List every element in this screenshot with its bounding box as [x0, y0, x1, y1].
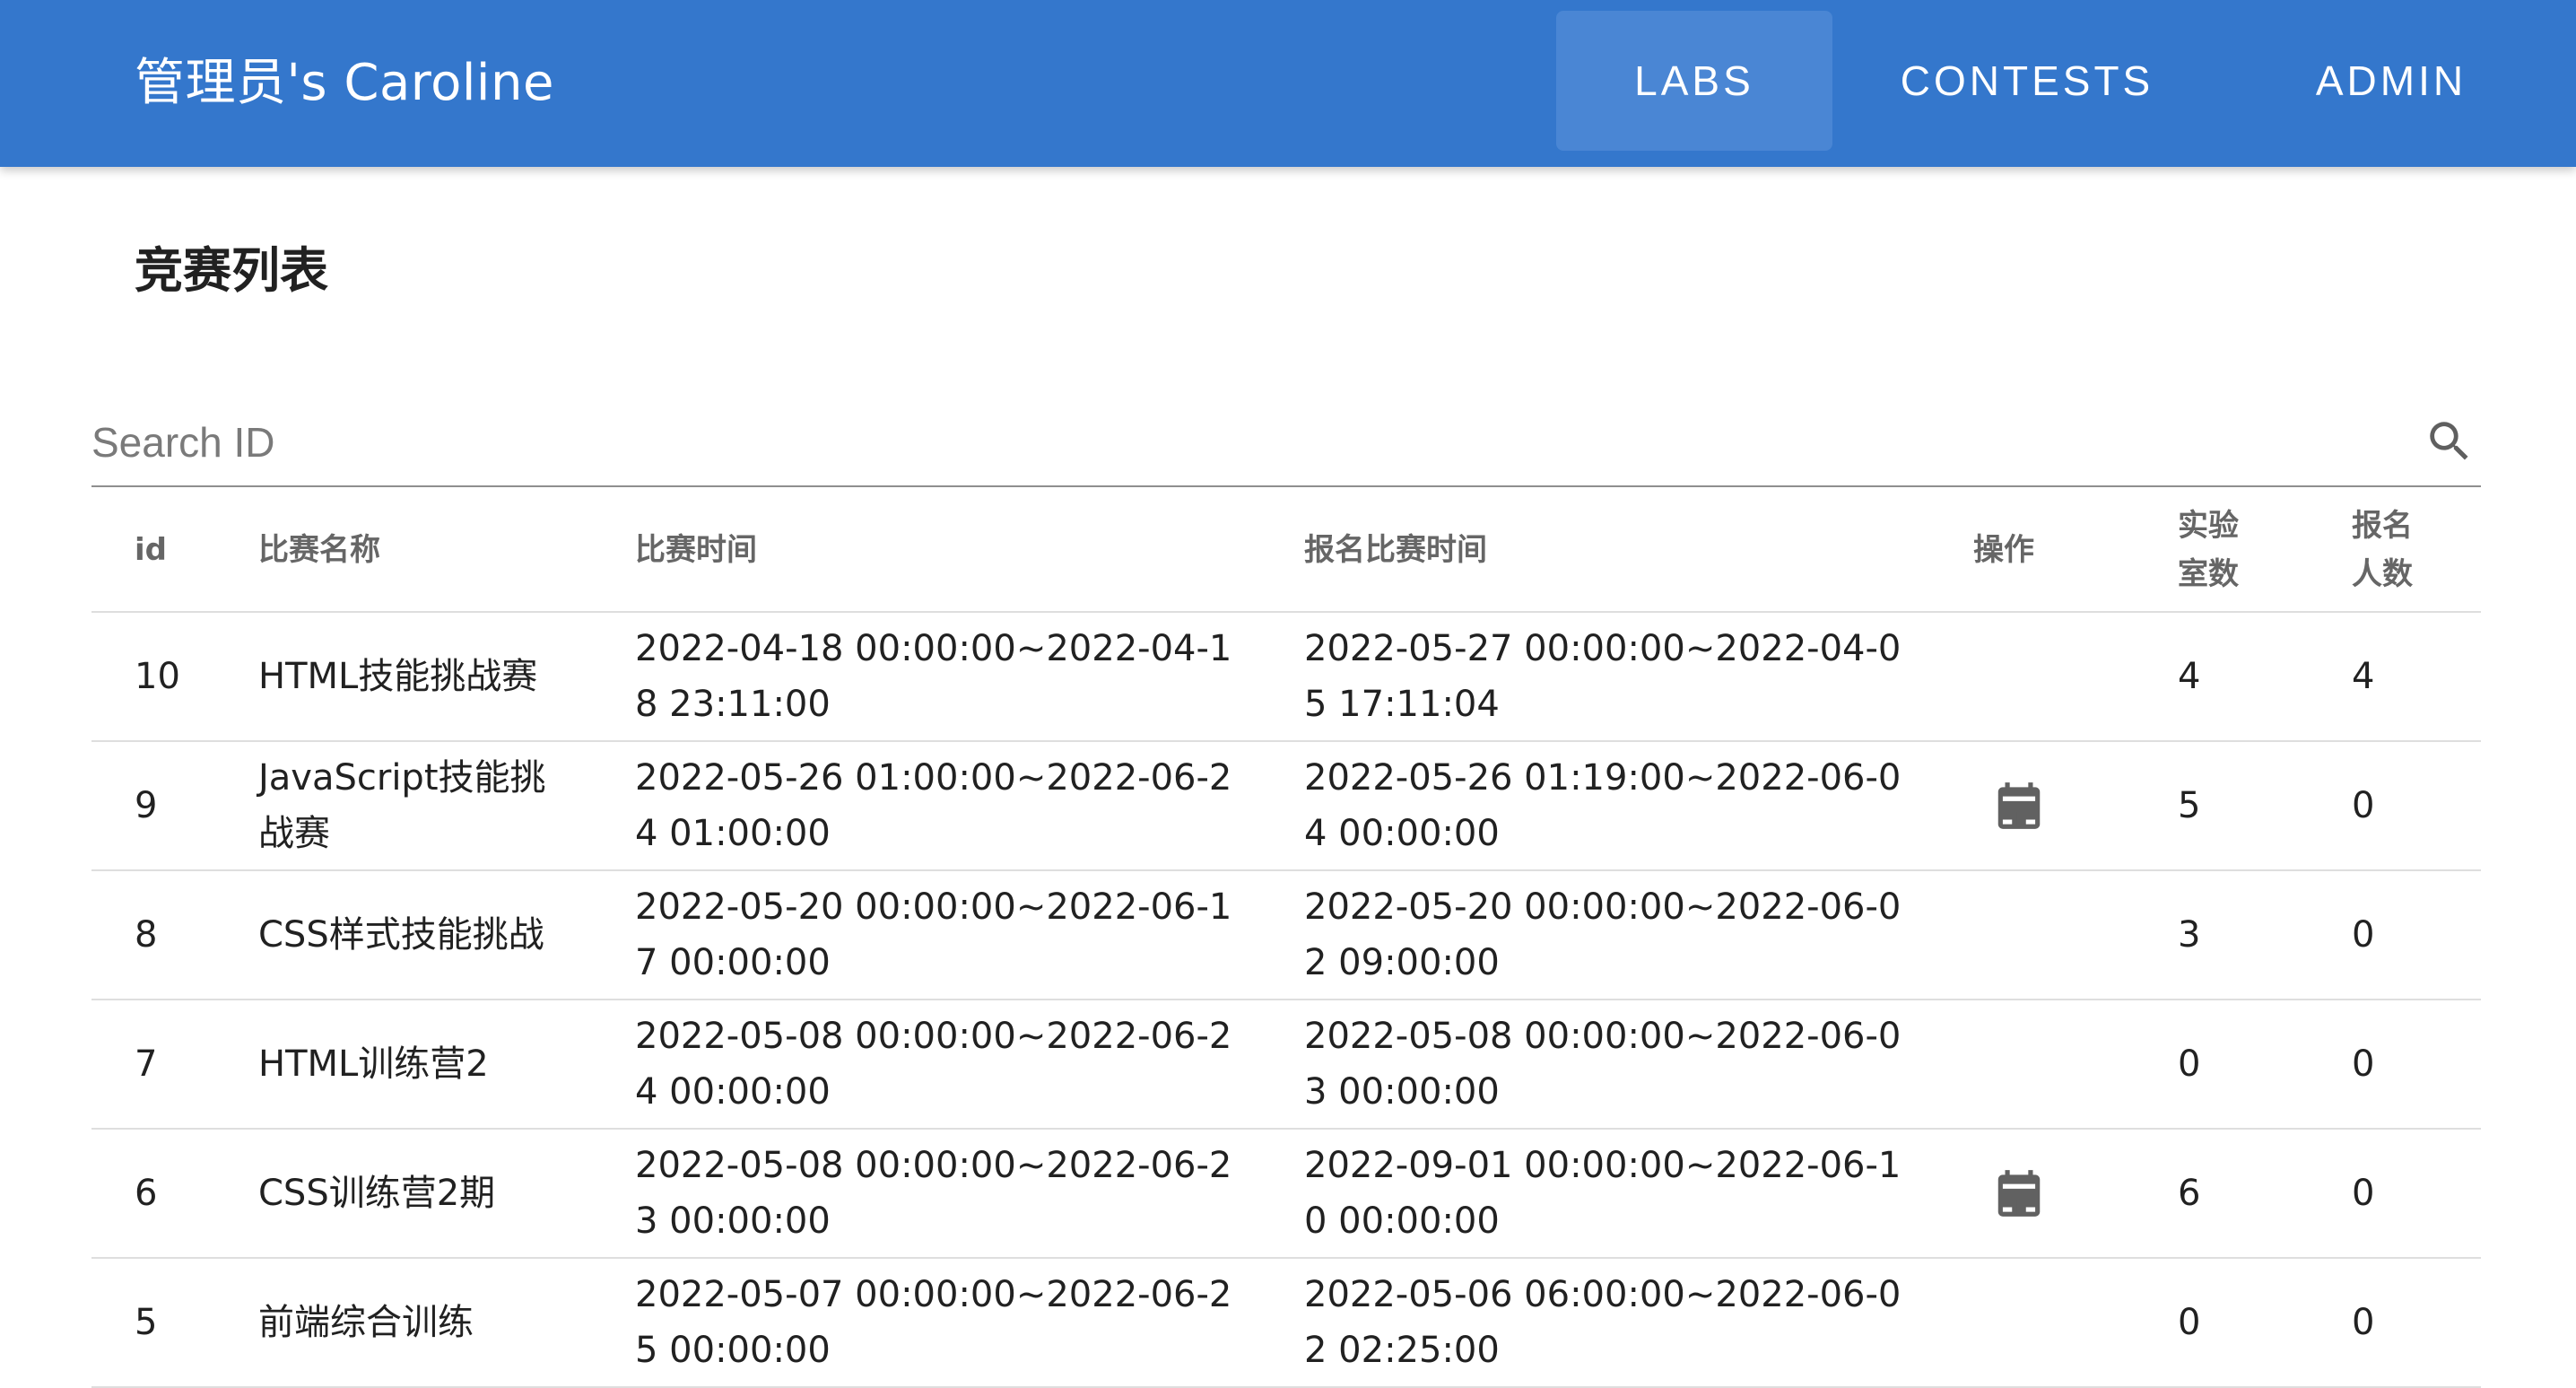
cell-registration-time: 2022-05-06 06:00:00~2022-06-02 02:25:00	[1304, 1274, 1902, 1371]
nav-contests[interactable]: CONTESTS	[1866, 11, 2189, 151]
cell-lab-count: 0	[2178, 1302, 2201, 1343]
cell-registrant-count: 4	[2352, 656, 2375, 697]
cell-contest-time: 2022-05-07 00:00:00~2022-06-25 00:00:00	[635, 1274, 1232, 1371]
cell-contest-time: 2022-05-26 01:00:00~2022-06-24 01:00:00	[635, 757, 1232, 854]
column-header-name[interactable]: 比赛名称	[258, 487, 554, 613]
table-row[interactable]: 5 前端综合训练 2022-05-07 00:00:00~2022-06-25 00…	[91, 1259, 2481, 1388]
cell-id: 10	[135, 656, 180, 697]
search-input[interactable]	[91, 399, 2388, 485]
column-header-operation: 操作	[1973, 532, 2034, 568]
cell-registrant-count: 0	[2352, 1302, 2375, 1343]
table-row[interactable]: 9 JavaScript技能挑战赛 2022-05-26 01:00:00~2022…	[91, 742, 2481, 871]
cell-id: 6	[135, 1173, 158, 1214]
cell-lab-count: 0	[2178, 1043, 2201, 1085]
cell-registrant-count: 0	[2352, 914, 2375, 956]
cell-operation	[1973, 1130, 2108, 1257]
column-header-time[interactable]: 比赛时间	[635, 487, 1245, 613]
column-header-labs[interactable]: 实验室数	[2178, 487, 2250, 613]
calendar-publish-icon[interactable]	[1991, 776, 2047, 835]
cell-lab-count: 4	[2178, 656, 2201, 697]
cell-contest-time: 2022-05-08 00:00:00~2022-06-24 00:00:00	[635, 1016, 1232, 1113]
cell-lab-count: 6	[2178, 1173, 2201, 1214]
cell-contest-time: 2022-04-18 00:00:00~2022-04-18 23:11:00	[635, 628, 1232, 725]
cell-lab-count: 5	[2178, 785, 2201, 826]
cell-contest-time: 2022-05-20 00:00:00~2022-06-17 00:00:00	[635, 886, 1232, 983]
contest-table: id 比赛名称 比赛时间 报名比赛时间 操作 实验室数 报名人数 10 HTML技…	[91, 487, 2481, 1388]
nav-labs[interactable]: LABS	[1556, 11, 1832, 151]
cell-registrant-count: 0	[2352, 1043, 2375, 1085]
cell-operation	[1973, 1000, 2108, 1128]
table-header: id 比赛名称 比赛时间 报名比赛时间 操作 实验室数 报名人数	[91, 487, 2481, 613]
cell-contest-name: CSS训练营2期	[258, 1173, 496, 1214]
cell-contest-name: JavaScript技能挑战赛	[258, 757, 546, 854]
cell-id: 7	[135, 1043, 158, 1085]
nav-admin[interactable]: ADMIN	[2274, 11, 2509, 151]
column-header-reg-time[interactable]: 报名比赛时间	[1304, 487, 1914, 613]
cell-contest-time: 2022-05-08 00:00:00~2022-06-23 00:00:00	[635, 1145, 1232, 1242]
search-bar	[91, 399, 2481, 487]
cell-registrant-count: 0	[2352, 1173, 2375, 1214]
cell-operation	[1973, 613, 2108, 740]
cell-registration-time: 2022-05-26 01:19:00~2022-06-04 00:00:00	[1304, 757, 1902, 854]
cell-operation	[1973, 1259, 2108, 1386]
cell-id: 9	[135, 785, 158, 826]
cell-registration-time: 2022-05-20 00:00:00~2022-06-02 09:00:00	[1304, 886, 1902, 983]
cell-contest-name: CSS样式技能挑战	[258, 914, 544, 956]
cell-lab-count: 3	[2178, 914, 2201, 956]
search-icon[interactable]	[2424, 415, 2476, 467]
table-row[interactable]: 10 HTML技能挑战赛 2022-04-18 00:00:00~2022-04-1…	[91, 613, 2481, 742]
cell-registration-time: 2022-09-01 00:00:00~2022-06-10 00:00:00	[1304, 1145, 1902, 1242]
cell-id: 8	[135, 914, 158, 956]
table-body: 10 HTML技能挑战赛 2022-04-18 00:00:00~2022-04-1…	[91, 613, 2481, 1388]
app-bar: 管理员's Caroline LABS CONTESTS ADMIN	[0, 0, 2576, 167]
cell-operation	[1973, 742, 2108, 869]
page-title: 竞赛列表	[135, 242, 328, 299]
cell-contest-name: 前端综合训练	[258, 1302, 474, 1343]
cell-contest-name: HTML训练营2	[258, 1043, 489, 1085]
column-header-people[interactable]: 报名人数	[2352, 487, 2424, 613]
app-title: 管理员's Caroline	[135, 54, 554, 112]
table-row[interactable]: 8 CSS样式技能挑战 2022-05-20 00:00:00~2022-06-17…	[91, 871, 2481, 1000]
calendar-publish-icon[interactable]	[1991, 1164, 2047, 1223]
cell-id: 5	[135, 1302, 158, 1343]
table-row[interactable]: 7 HTML训练营2 2022-05-08 00:00:00~2022-06-24 …	[91, 1000, 2481, 1130]
table-row[interactable]: 6 CSS训练营2期 2022-05-08 00:00:00~2022-06-23 …	[91, 1130, 2481, 1259]
cell-registrant-count: 0	[2352, 785, 2375, 826]
column-header-id[interactable]: id	[135, 487, 242, 613]
cell-registration-time: 2022-05-27 00:00:00~2022-04-05 17:11:04	[1304, 628, 1902, 725]
cell-contest-name: HTML技能挑战赛	[258, 656, 538, 697]
cell-operation	[1973, 871, 2108, 999]
cell-registration-time: 2022-05-08 00:00:00~2022-06-03 00:00:00	[1304, 1016, 1902, 1113]
